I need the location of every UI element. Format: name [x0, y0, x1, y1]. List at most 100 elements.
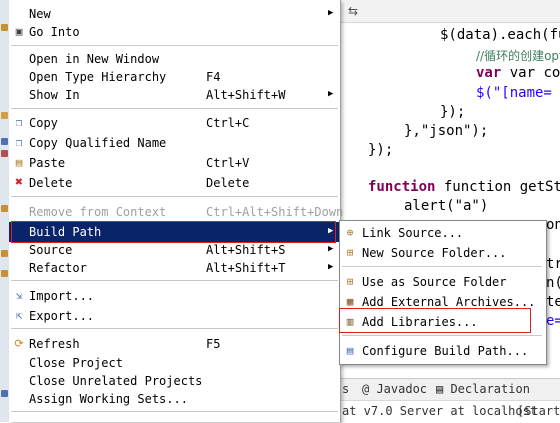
- menu-item-import[interactable]: ⇲ Import...: [9, 286, 340, 306]
- menu-item-open-in-new-window[interactable]: Open in New Window: [9, 49, 340, 69]
- tab-declaration[interactable]: ▤ Declaration: [436, 382, 530, 396]
- keyword-var: var: [476, 65, 502, 81]
- view-tabs: s @ Javadoc ▤ Declaration: [340, 378, 560, 401]
- menu-item-label: Close Project: [29, 356, 123, 370]
- menu-shortcut: F5: [206, 337, 221, 351]
- menu-item-source[interactable]: Source Alt+Shift+S ▶: [9, 240, 340, 260]
- code-line: n(f: [546, 275, 560, 291]
- menu-item-go-into[interactable]: ▣ Go Into: [9, 22, 340, 42]
- menu-item-label: Open in New Window: [29, 52, 160, 66]
- menu-separator: [11, 45, 338, 46]
- menu-shortcut: Delete: [206, 176, 250, 190]
- menu-item-delete[interactable]: ✖ Delete Delete: [9, 173, 340, 193]
- menu-shortcut: Ctrl+Alt+Shift+Down: [206, 205, 344, 219]
- code-line: });: [368, 142, 394, 158]
- tab-label: Javadoc: [376, 382, 428, 396]
- menu-item-label: Paste: [29, 156, 66, 170]
- export-icon: ⇱: [15, 309, 23, 322]
- code-text: var content: [509, 65, 560, 81]
- menu-item-refactor[interactable]: Refactor Alt+Shift+T ▶: [9, 258, 340, 278]
- highlight-box: [11, 221, 336, 243]
- menu-separator: [11, 196, 338, 197]
- file-icon: [1, 150, 8, 157]
- menu-shortcut: Ctrl+V: [206, 156, 250, 170]
- use-as-source-folder-icon: ⊞: [346, 275, 354, 288]
- code-line: alert("a"): [404, 198, 489, 214]
- submenu-arrow-icon: ▶: [328, 8, 334, 18]
- import-icon: ⇲: [15, 289, 23, 302]
- menu-shortcut: F4: [206, 70, 221, 84]
- copy-icon: ❐: [15, 116, 23, 129]
- folder-icon: [1, 112, 8, 119]
- submenu-item-use-as-source-folder[interactable]: ⊞ Use as Source Folder: [340, 272, 544, 292]
- server-status: [Starte: [517, 404, 560, 418]
- menu-item-label: Refresh: [29, 337, 80, 351]
- menu-item-copy-qualified-name[interactable]: ❐ Copy Qualified Name: [9, 133, 340, 153]
- code-text: function getStreet(dis: [443, 179, 560, 195]
- menu-item-export[interactable]: ⇱ Export...: [9, 306, 340, 326]
- build-path-submenu: ⊕ Link Source... ⊞ New Source Folder... …: [339, 220, 547, 365]
- refresh-icon: ⟳: [14, 337, 24, 350]
- menu-item-label: Assign Working Sets...: [29, 392, 188, 406]
- menu-item-paste[interactable]: ▤ Paste Ctrl+V: [9, 153, 340, 173]
- submenu-item-new-source-folder[interactable]: ⊞ New Source Folder...: [340, 243, 544, 263]
- highlight-box: [339, 308, 531, 333]
- menu-item-label: Export...: [29, 309, 95, 323]
- package-icon: [1, 138, 8, 145]
- code-line: $("[name=: [476, 85, 552, 101]
- code-line: tre: [546, 256, 560, 272]
- menu-item-close-unrelated-projects[interactable]: Close Unrelated Projects: [9, 371, 340, 391]
- tab-servers[interactable]: s: [342, 382, 349, 396]
- code-line: ten: [546, 294, 560, 310]
- menu-separator: [342, 266, 542, 267]
- add-external-archives-icon: ▦: [346, 295, 354, 308]
- configure-build-path-icon: ▤: [346, 344, 354, 357]
- menu-item-label: Close Unrelated Projects: [29, 374, 203, 388]
- declaration-icon: ▤: [436, 382, 451, 396]
- menu-item-close-project[interactable]: Close Project: [9, 353, 340, 373]
- menu-item-label: Open Type Hierarchy: [29, 70, 167, 84]
- folder-icon: [1, 270, 8, 277]
- menu-item-label: Remove from Context: [29, 205, 167, 219]
- servers-view: at v7.0 Server at localhost [Starte: [340, 400, 560, 423]
- menu-item-open-type-hierarchy[interactable]: Open Type Hierarchy F4: [9, 67, 340, 87]
- keyword-function: function: [368, 179, 436, 195]
- submenu-arrow-icon: ▶: [328, 262, 334, 272]
- menu-item-show-in[interactable]: Show In Alt+Shift+W ▶: [9, 85, 340, 105]
- code-line: ont: [546, 217, 560, 233]
- menu-item-label: Copy: [29, 116, 58, 130]
- code-line: $(data).each(function: [440, 27, 560, 43]
- menu-shortcut: Alt+Shift+T: [206, 261, 286, 275]
- submenu-item-link-source[interactable]: ⊕ Link Source...: [340, 223, 544, 243]
- submenu-item-configure-build-path[interactable]: ▤ Configure Build Path...: [340, 341, 544, 361]
- folder-icon: [1, 24, 8, 31]
- new-source-folder-icon: ⊞: [346, 246, 354, 259]
- menu-item-label: Show In: [29, 88, 80, 102]
- menu-separator: [11, 328, 338, 329]
- at-icon: @: [362, 382, 377, 396]
- menu-item-label: Go Into: [29, 25, 80, 39]
- submenu-item-label: Add External Archives...: [362, 295, 536, 309]
- menu-item-copy[interactable]: ❐ Copy Ctrl+C: [9, 113, 340, 133]
- menu-shortcut: Alt+Shift+S: [206, 243, 286, 257]
- submenu-item-label: Link Source...: [362, 226, 464, 240]
- menu-item-assign-working-sets[interactable]: Assign Working Sets...: [9, 389, 340, 409]
- menu-shortcut: Ctrl+C: [206, 116, 250, 130]
- code-line: function function getStreet(dis: [368, 178, 560, 197]
- submenu-item-label: Use as Source Folder: [362, 275, 507, 289]
- sync-icon[interactable]: ⇆: [348, 4, 358, 18]
- menu-separator: [342, 335, 542, 336]
- package-icon: [1, 390, 8, 397]
- context-menu: New ▶ ▣ Go Into Open in New Window Open …: [9, 0, 344, 422]
- menu-item-new[interactable]: New ▶: [9, 4, 340, 24]
- menu-item-remove-from-context: Remove from Context Ctrl+Alt+Shift+Down: [9, 202, 344, 222]
- menu-separator: [11, 108, 338, 109]
- server-name[interactable]: at v7.0 Server at localhost: [342, 404, 537, 418]
- code-line: e=: [546, 313, 560, 329]
- tab-javadoc[interactable]: @ Javadoc: [362, 382, 427, 396]
- menu-shortcut: Alt+Shift+W: [206, 88, 286, 102]
- copy-qualified-icon: ❐: [15, 136, 23, 149]
- menu-item-refresh[interactable]: ⟳ Refresh F5: [9, 334, 340, 354]
- package-explorer-strip: [0, 0, 9, 422]
- code-line: });: [440, 104, 466, 120]
